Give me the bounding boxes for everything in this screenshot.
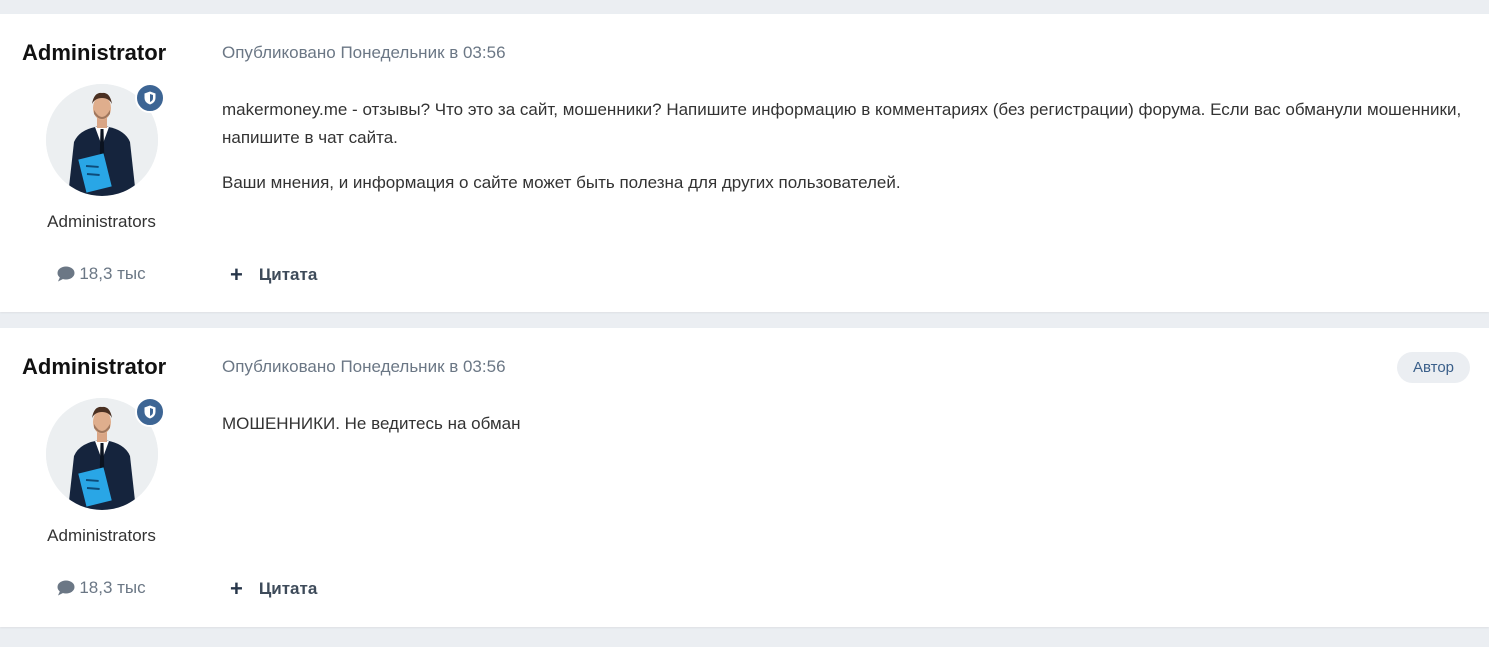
post-count: 18,3 тыс <box>0 264 203 284</box>
shield-icon <box>144 405 156 419</box>
quote-label: Цитата <box>258 579 318 598</box>
post-date[interactable]: Опубликовано Понедельник в 03:56 <box>222 357 506 377</box>
shield-icon <box>144 91 156 105</box>
author-name[interactable]: Administrator <box>22 40 166 66</box>
comment-icon <box>57 266 75 282</box>
avatar-container[interactable] <box>46 83 165 196</box>
quote-button[interactable]: + Цитата <box>230 264 317 286</box>
quote-button[interactable]: + Цитата <box>230 578 317 600</box>
post-date[interactable]: Опубликовано Понедельник в 03:56 <box>222 43 506 63</box>
post-paragraph: makermoney.me - отзывы? Что это за сайт,… <box>222 100 1462 147</box>
moderator-badge <box>135 397 165 427</box>
plus-icon: + <box>230 576 243 601</box>
forum-post: Administrator Administrators 18,3 тыс Оп… <box>0 14 1489 312</box>
user-group: Administrators <box>47 212 156 231</box>
post-count-value: 18,3 тыс <box>79 264 146 283</box>
post-content: МОШЕННИКИ. Не ведитесь на обман <box>222 410 1472 455</box>
comment-icon <box>57 580 75 596</box>
author-badge: Автор <box>1396 352 1470 383</box>
post-count-value: 18,3 тыс <box>79 578 146 597</box>
avatar-container[interactable] <box>46 397 165 510</box>
post-paragraph: Ваши мнения, и информация о сайте может … <box>222 173 901 192</box>
post-content: makermoney.me - отзывы? Что это за сайт,… <box>222 96 1472 214</box>
moderator-badge <box>135 83 165 113</box>
forum-post: Administrator Автор Administrators 18,3 … <box>0 328 1489 627</box>
user-group: Administrators <box>47 526 156 545</box>
post-count: 18,3 тыс <box>0 578 203 598</box>
plus-icon: + <box>230 262 243 287</box>
author-name[interactable]: Administrator <box>22 354 166 380</box>
post-paragraph: МОШЕННИКИ. Не ведитесь на обман <box>222 414 521 433</box>
quote-label: Цитата <box>258 265 318 284</box>
